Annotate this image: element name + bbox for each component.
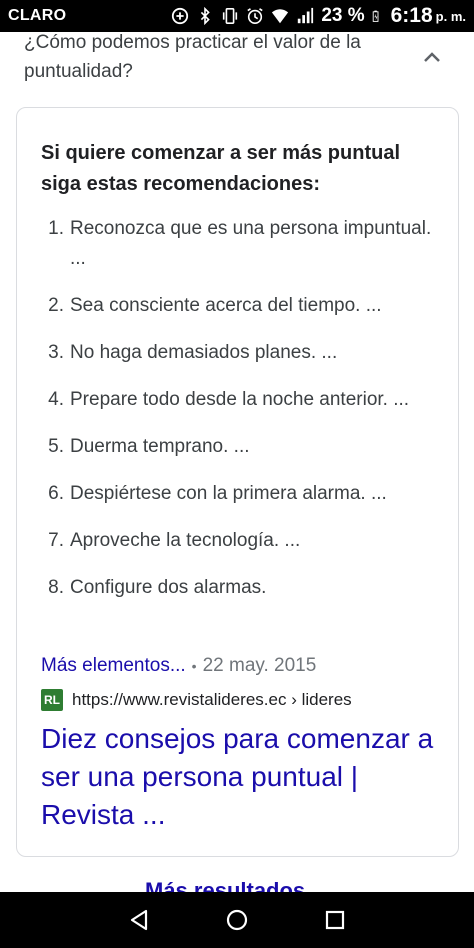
list-item: 2. Sea consciente acerca del tiempo. ... [41,291,441,321]
recents-button[interactable] [322,907,348,933]
step-number: 7. [48,530,64,551]
steps-list: 1. Reconozca que es una persona impuntual… [41,214,441,620]
list-item: 7. Aproveche la tecnología. ... [41,526,441,556]
step-number: 2. [48,295,64,316]
list-item: 4. Prepare todo desde la noche anterior. … [41,385,441,415]
signal-icon [298,7,314,24]
data-saver-icon [172,7,189,25]
step-number: 4. [48,389,64,410]
android-nav-bar [0,892,474,948]
back-triangle-icon [130,909,148,931]
related-question-text: ¿Cómo podemos practicar el valor de la p… [24,32,361,82]
site-favicon-icon: RL [41,689,63,711]
battery-charging-icon [372,10,379,22]
step-number: 1. [48,218,64,239]
result-date: 22 may. 2015 [202,655,317,676]
chevron-up-icon[interactable] [420,46,444,70]
step-text: Reconozca que es una persona impuntual. … [70,218,432,269]
step-text: Despiértese con la primera alarma. ... [70,483,387,504]
alarm-icon [247,8,263,25]
clock-time: 6:18 [390,4,433,27]
answer-heading: Si quiere comenzar a ser más puntual sig… [41,142,401,195]
step-text: No haga demasiados planes. ... [70,342,338,363]
recents-square-icon [325,910,345,930]
separator-dot: • [191,658,197,674]
step-number: 5. [48,436,64,457]
step-number: 8. [48,577,64,598]
step-text: Duerma temprano. ... [70,436,250,457]
step-number: 6. [48,483,64,504]
step-text: Prepare todo desde la noche anterior. ..… [70,389,410,410]
carrier-name: CLARO [8,7,67,24]
list-item: 8. Configure dos alarmas. [41,573,441,603]
battery-percent: 23 % [321,5,365,26]
vibrate-icon [223,7,238,25]
result-meta-row: Más elementos... • 22 may. 2015 [41,652,316,680]
wifi-icon [272,9,289,24]
step-text: Sea consciente acerca del tiempo. ... [70,295,382,316]
status-bar: CLARO 23 % 6:18 p. m. [0,0,474,32]
back-button[interactable] [126,907,152,933]
more-items-link[interactable]: Más elementos... [41,652,186,680]
list-item: 1. Reconozca que es una persona impuntual… [41,214,441,274]
source-row[interactable]: RL https://www.revistalideres.ec › lider… [41,689,352,711]
list-item: 5. Duerma temprano. ... [41,432,441,462]
search-results-page: ¿Cómo podemos practicar el valor de la p… [0,32,474,892]
step-text: Aproveche la tecnología. ... [70,530,301,551]
bluetooth-icon [201,7,211,25]
source-url[interactable]: https://www.revistalideres.ec › lideres [72,690,352,710]
home-button[interactable] [224,907,250,933]
status-icons: 23 % 6:18 p. m. [171,4,466,28]
clock-ampm: p. m. [435,8,466,24]
list-item: 3. No haga demasiados planes. ... [41,338,441,368]
more-results-button[interactable]: Más resultados [145,878,305,892]
related-question-row[interactable]: ¿Cómo podemos practicar el valor de la p… [0,32,474,110]
home-circle-icon [226,909,248,931]
step-text: Configure dos alarmas. [70,577,267,598]
step-number: 3. [48,342,64,363]
answer-card: Si quiere comenzar a ser más puntual sig… [16,107,459,857]
result-title-link[interactable]: Diez consejos para comenzar a ser una pe… [41,720,441,834]
list-item: 6. Despiértese con la primera alarma. ... [41,479,441,509]
